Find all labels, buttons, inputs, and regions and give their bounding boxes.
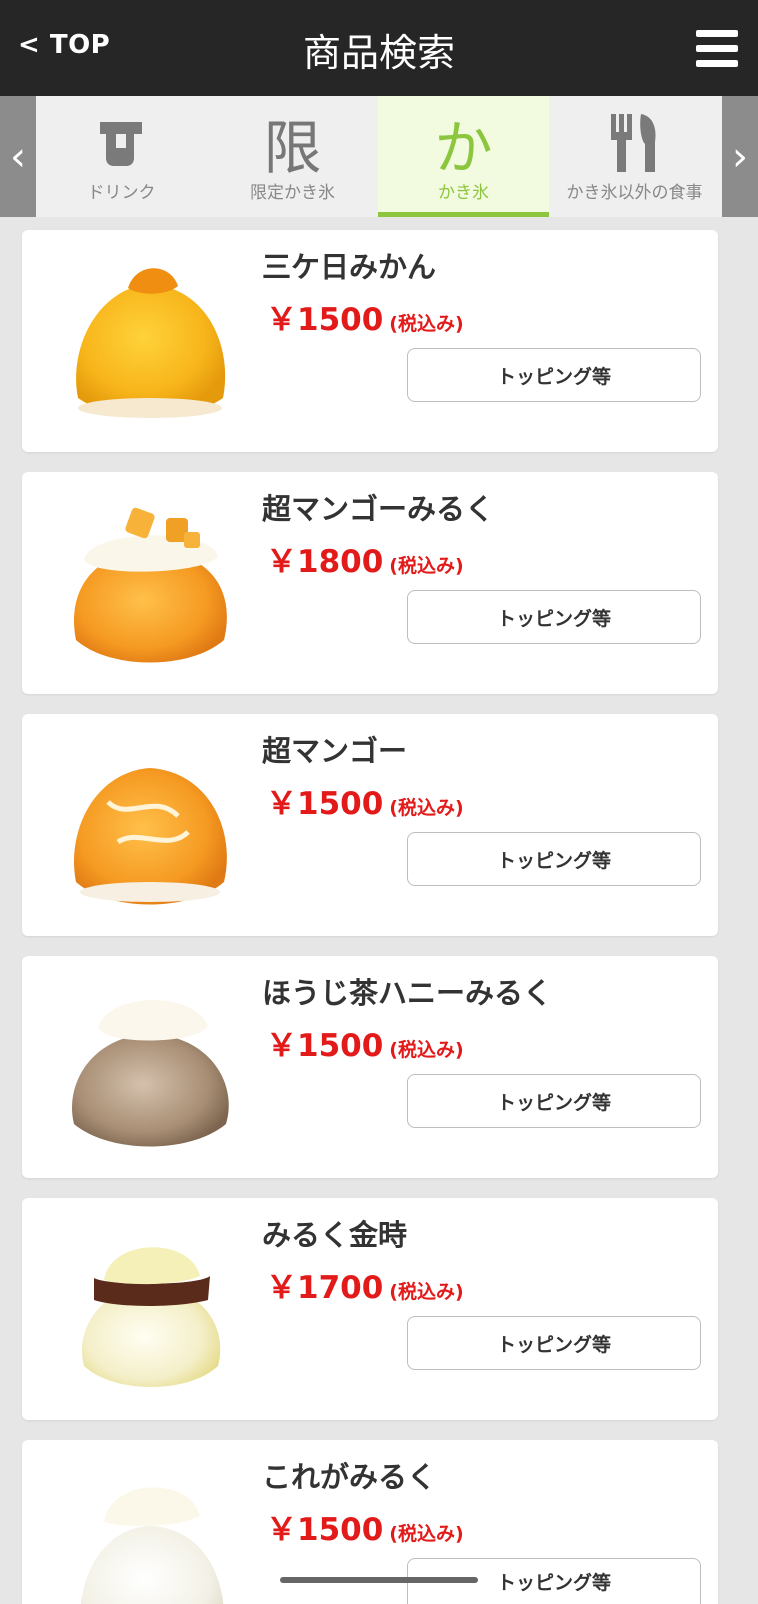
product-image [76, 268, 226, 418]
tab-prev-arrow-icon[interactable]: ‹ [0, 96, 36, 217]
cup-icon [36, 110, 207, 176]
product-image [74, 768, 227, 905]
topping-button[interactable]: トッピング等 [407, 348, 701, 402]
product-price: ￥1500 (税込み) [266, 1504, 464, 1549]
tab-shaved-ice[interactable]: か かき氷 [378, 96, 549, 217]
product-name: 超マンゴーみるく [262, 492, 495, 526]
product-name: みるく金時 [262, 1218, 408, 1252]
category-tab-bar: ‹ ドリンク 限 限定かき氷 か かき氷 かき氷以外の食事 › [0, 96, 758, 217]
product-image [80, 1487, 224, 1604]
tax-note: (税込み) [389, 313, 464, 335]
fork-knife-icon [549, 110, 720, 176]
tax-note: (税込み) [389, 1523, 464, 1545]
home-indicator[interactable] [280, 1577, 478, 1583]
price-amount: ￥1800 [266, 544, 384, 580]
product-card[interactable]: ほうじ茶ハニーみるく ￥1500 (税込み) トッピング等 [22, 956, 718, 1178]
app-header: < TOP 商品検索 [0, 0, 758, 96]
product-image [72, 999, 229, 1147]
limited-glyph-icon: 限 [263, 114, 322, 182]
tax-note: (税込み) [389, 1281, 464, 1303]
product-image [74, 507, 227, 663]
product-price: ￥1500 (税込み) [266, 294, 464, 339]
product-name: これがみるく [262, 1460, 437, 1494]
topping-button[interactable]: トッピング等 [407, 1074, 701, 1128]
product-price: ￥1500 (税込み) [266, 778, 464, 823]
tab-label: かき氷 [438, 183, 489, 203]
topping-button[interactable]: トッピング等 [407, 832, 701, 886]
hamburger-menu-icon[interactable] [696, 30, 738, 68]
tab-label: かき氷以外の食事 [566, 183, 703, 203]
page-title: 商品検索 [302, 31, 455, 75]
topping-button[interactable]: トッピング等 [407, 590, 701, 644]
tax-note: (税込み) [389, 797, 464, 819]
tax-note: (税込み) [389, 1039, 464, 1061]
product-price: ￥1800 (税込み) [266, 536, 464, 581]
tab-other-food[interactable]: かき氷以外の食事 [549, 96, 720, 217]
product-card[interactable]: 三ケ日みかん ￥1500 (税込み) トッピング等 [22, 230, 718, 452]
price-amount: ￥1700 [266, 1270, 384, 1306]
tab-next-arrow-icon[interactable]: › [722, 96, 758, 217]
price-amount: ￥1500 [266, 1512, 384, 1548]
product-price: ￥1500 (税込み) [266, 1020, 464, 1065]
tab-label: ドリンク [87, 183, 156, 203]
topping-button[interactable]: トッピング等 [407, 1316, 701, 1370]
tax-note: (税込み) [389, 555, 464, 577]
price-amount: ￥1500 [266, 302, 384, 338]
product-image [81, 1247, 221, 1387]
product-name: 三ケ日みかん [262, 250, 437, 284]
product-name: ほうじ茶ハニーみるく [262, 976, 553, 1010]
kakigori-glyph-icon: か [434, 114, 493, 182]
price-amount: ￥1500 [266, 786, 384, 822]
tab-label: 限定かき氷 [250, 183, 335, 203]
product-name: 超マンゴー [262, 734, 408, 768]
product-card[interactable]: みるく金時 ￥1700 (税込み) トッピング等 [22, 1198, 718, 1420]
tab-limited-shaved-ice[interactable]: 限 限定かき氷 [207, 96, 378, 217]
product-card[interactable]: 超マンゴー ￥1500 (税込み) トッピング等 [22, 714, 718, 936]
tab-drink[interactable]: ドリンク [36, 96, 207, 217]
price-amount: ￥1500 [266, 1028, 384, 1064]
product-card[interactable]: 超マンゴーみるく ￥1800 (税込み) トッピング等 [22, 472, 718, 694]
product-price: ￥1700 (税込み) [266, 1262, 464, 1307]
